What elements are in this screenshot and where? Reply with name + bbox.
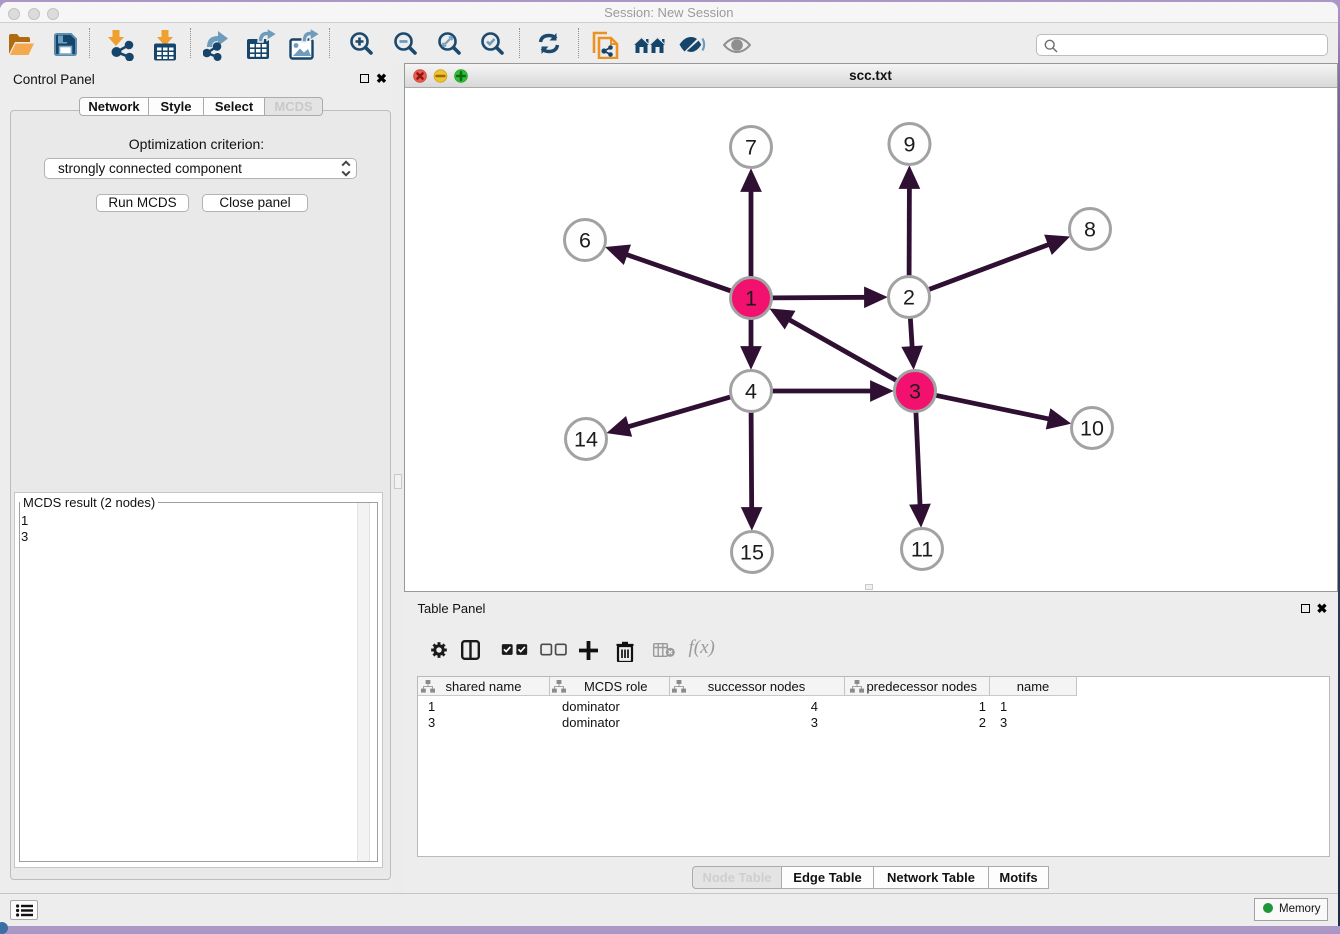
svg-text:8: 8 xyxy=(1084,218,1096,242)
svg-text:4: 4 xyxy=(745,380,757,404)
svg-text:10: 10 xyxy=(1080,417,1104,441)
svg-text:9: 9 xyxy=(903,133,915,157)
svg-text:7: 7 xyxy=(745,136,757,160)
svg-text:11: 11 xyxy=(910,538,932,562)
svg-text:1: 1 xyxy=(745,287,757,311)
svg-text:6: 6 xyxy=(579,229,591,253)
svg-text:14: 14 xyxy=(574,428,598,452)
svg-text:15: 15 xyxy=(740,541,764,565)
svg-text:3: 3 xyxy=(909,380,921,404)
svg-text:2: 2 xyxy=(903,286,915,310)
